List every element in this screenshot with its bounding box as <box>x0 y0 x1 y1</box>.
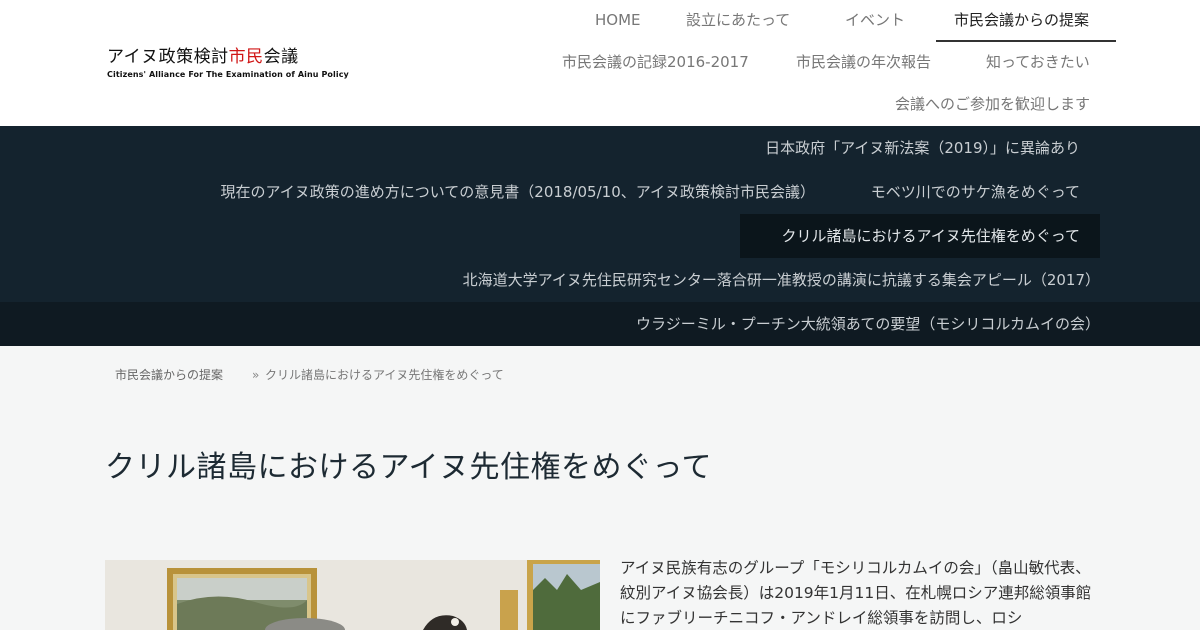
breadcrumb-current: クリル諸島におけるアイヌ先住権をめぐって <box>265 368 504 382</box>
submenu-item-new-law[interactable]: 日本政府「アイヌ新法案（2019）」に異論あり <box>765 138 1080 158</box>
nav-participation[interactable]: 会議へのご参加を歓迎します <box>895 94 1090 114</box>
breadcrumb-parent[interactable]: 市民会議からの提案 <box>115 366 223 384</box>
logo-title-part: アイヌ政策検討 <box>107 47 229 67</box>
nav-active-underline <box>936 40 1116 42</box>
logo-title-part: 会議 <box>263 47 299 67</box>
nav-records[interactable]: 市民会議の記録2016-2017 <box>562 52 749 72</box>
site-logo[interactable]: アイヌ政策検討市民会議 Citizens' Alliance For The E… <box>107 46 349 81</box>
nav-about[interactable]: 設立にあたって <box>686 10 790 30</box>
nav-annual-report[interactable]: 市民会議の年次報告 <box>796 52 931 72</box>
article-photo-graphic <box>105 560 600 630</box>
nav-events[interactable]: イベント <box>845 10 905 30</box>
page-title: クリル諸島におけるアイヌ先住権をめぐって <box>105 450 712 485</box>
breadcrumb-separator: » <box>252 368 260 382</box>
submenu-item-putin[interactable]: ウラジーミル・プーチン大統領あての要望（モシリコルカムイの会） <box>636 314 1100 334</box>
article-photo <box>105 560 600 630</box>
logo-title-accent: 市民 <box>228 47 264 67</box>
article-body: アイヌ民族有志のグループ「モシリコルカムイの会」（畠山敏代表、紋別アイヌ協会長）… <box>620 559 1092 627</box>
logo-subtitle: Citizens' Alliance For The Examination o… <box>107 70 349 79</box>
submenu-item-mobetsu[interactable]: モベツ川でのサケ漁をめぐって <box>871 182 1080 202</box>
site-header: アイヌ政策検討市民会議 Citizens' Alliance For The E… <box>0 0 1200 126</box>
nav-to-know[interactable]: 知っておきたい <box>986 52 1090 72</box>
nav-proposals[interactable]: 市民会議からの提案 <box>954 10 1089 30</box>
submenu-item-opinion[interactable]: 現在のアイヌ政策の進め方についての意見書（2018/05/10、アイヌ政策検討市… <box>220 182 815 202</box>
logo-title: アイヌ政策検討市民会議 <box>107 46 349 68</box>
submenu-item-hokudai[interactable]: 北海道大学アイヌ先住民研究センター落合研一准教授の講演に抗議する集会アピール（2… <box>463 270 1100 290</box>
submenu-item-kuril[interactable]: クリル諸島におけるアイヌ先住権をめぐって <box>781 226 1080 246</box>
nav-home[interactable]: HOME <box>595 10 641 30</box>
